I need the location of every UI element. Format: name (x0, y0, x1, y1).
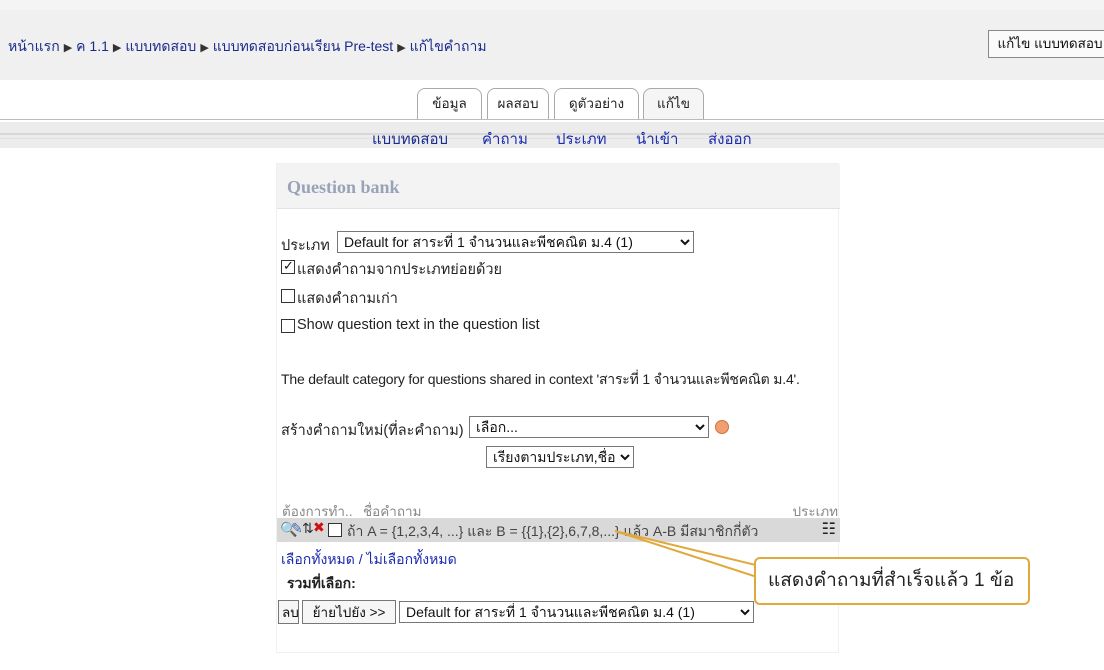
show-text-checkbox[interactable] (281, 319, 295, 333)
move-to-button[interactable]: ย้ายไปยัง >> (302, 600, 396, 624)
panel-header: Question bank (277, 164, 840, 209)
multichoice-icon: ☷ (821, 521, 836, 538)
category-select[interactable]: Default for สาระที่ 1 จำนวนและพีชคณิต ม.… (337, 231, 694, 253)
deselect-all-link[interactable]: ไม่เลือกทั้งหมด (367, 551, 457, 567)
select-separator: / (358, 551, 363, 567)
subcategories-label: แสดงคำถามจากประเภทย่อยด้วย (297, 262, 503, 278)
delete-button[interactable]: ลบ (278, 600, 299, 624)
help-icon[interactable] (715, 420, 729, 434)
subtab-bar-line (0, 138, 1104, 139)
tab-underline (0, 119, 1104, 120)
callout-box: แสดงคำถามที่สำเร็จแล้ว 1 ข้อ (754, 557, 1030, 605)
subtab-bar-line (0, 133, 1104, 135)
breadcrumb-course[interactable]: ค 1.1 (76, 38, 109, 54)
breadcrumb: หน้าแรก ▶ ค 1.1 ▶ แบบทดสอบ ▶ แบบทดสอบก่อนเรียน… (8, 36, 487, 58)
create-question-select[interactable]: เลือก... (469, 416, 709, 438)
tab-bar: ข้อมูล ผลสอบ ดูตัวอย่าง แก้ไข (0, 88, 1104, 120)
tab-preview[interactable]: ดูตัวอย่าง (554, 88, 639, 120)
select-links: เลือกทั้งหมด / ไม่เลือกทั้งหมด (281, 549, 457, 571)
create-question-label: สร้างคำถามใหม่(ที่ละคำถาม) (281, 423, 464, 439)
edit-icon[interactable]: ✎ (291, 520, 303, 537)
tab-results[interactable]: ผลสอบ (487, 88, 549, 120)
tab-info[interactable]: ข้อมูล (417, 88, 482, 120)
panel-title: Question bank (287, 177, 400, 197)
breadcrumb-separator: ▶ (63, 42, 73, 54)
breadcrumb-quizzes[interactable]: แบบทดสอบ (125, 38, 196, 54)
sort-select[interactable]: เรียงตามประเภท,ชื่อ (486, 446, 634, 468)
old-questions-label: แสดงคำถามเก่า (297, 291, 398, 307)
question-table-header: ต้องการทำ.. ชื่อคำถาม ประเภท (277, 499, 840, 519)
category-label: ประเภท (281, 238, 330, 254)
edit-quiz-button[interactable]: แก้ไข แบบทดสอบ (988, 30, 1104, 58)
move-icon[interactable]: ⇅ (302, 520, 314, 537)
breadcrumb-separator: ▶ (397, 42, 406, 54)
with-selected-label: รวมที่เลือก: (287, 575, 356, 591)
delete-icon[interactable]: ✖ (313, 519, 325, 536)
tab-edit[interactable]: แก้ไข (643, 88, 704, 120)
table-row: 🔍 ✎ ⇅ ✖ ถ้า A = {1,2,3,4, ...} และ B = {… (277, 518, 840, 542)
breadcrumb-separator: ▶ (112, 42, 122, 54)
category-info: The default category for questions share… (281, 371, 800, 387)
subtab-import[interactable]: นำเข้า (636, 127, 678, 151)
subtab-bar (0, 122, 1104, 148)
subcategories-checkbox[interactable] (281, 258, 295, 274)
subtab-quiz[interactable]: แบบทดสอบ (372, 127, 448, 151)
top-strip (0, 0, 1104, 10)
subtab-categories[interactable]: ประเภท (556, 127, 607, 151)
subtab-export[interactable]: ส่งออก (708, 127, 752, 151)
breadcrumb-home[interactable]: หน้าแรก (8, 38, 60, 54)
page: หน้าแรก ▶ ค 1.1 ▶ แบบทดสอบ ▶ แบบทดสอบก่อนเรียน… (0, 0, 1104, 670)
select-all-link[interactable]: เลือกทั้งหมด (281, 551, 355, 567)
breadcrumb-quiz[interactable]: แบบทดสอบก่อนเรียน Pre-test (213, 38, 393, 54)
breadcrumb-separator: ▶ (200, 42, 209, 54)
subtab-questions[interactable]: คำถาม (482, 127, 528, 151)
row-select-checkbox[interactable] (328, 523, 342, 537)
show-text-label: Show question text in the question list (297, 317, 540, 333)
question-text: ถ้า A = {1,2,3,4, ...} และ B = {{1},{2},… (347, 523, 759, 539)
breadcrumb-current: แก้ไขคำถาม (409, 38, 487, 54)
old-questions-checkbox[interactable] (281, 289, 295, 303)
move-target-select[interactable]: Default for สาระที่ 1 จำนวนและพีชคณิต ม.… (399, 601, 754, 623)
